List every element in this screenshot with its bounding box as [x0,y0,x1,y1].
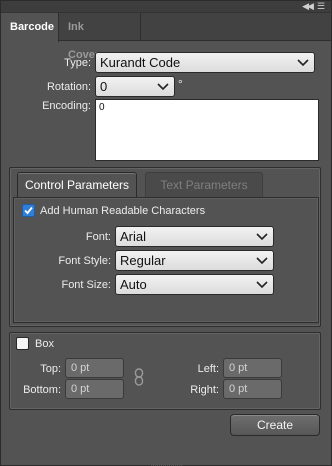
chevron-down-icon [254,276,270,293]
type-dropdown[interactable]: Kurandt Code [95,52,315,73]
font-size-label: Font Size: [61,279,111,291]
chevron-down-icon [155,78,171,95]
box-checkbox[interactable] [16,337,29,350]
create-button[interactable]: Create [230,414,320,436]
box-right-input[interactable]: 0 pt [223,379,282,399]
panel-title-strip: ◀◀ ☰ [1,1,331,13]
box-label: Box [35,338,54,350]
font-style-label: Font Style: [58,255,111,267]
box-bottom-label: Bottom: [23,384,61,396]
tab-control-parameters[interactable]: Control Parameters [17,172,137,198]
box-left-label: Left: [197,363,219,375]
collapse-arrows-icon[interactable]: ◀◀ [301,1,314,12]
font-dropdown[interactable]: Arial [115,226,274,247]
human-readable-label: Add Human Readable Characters [40,205,206,217]
chevron-down-icon [295,54,311,71]
encoding-label: Encoding: [42,100,91,112]
rotation-dropdown[interactable]: 0 [95,76,175,97]
font-size-value: Auto [120,277,147,292]
box-bottom-input[interactable]: 0 pt [65,379,124,399]
tab-barcode[interactable]: Barcode [1,13,59,42]
box-top-label: Top: [40,363,61,375]
font-value: Arial [120,229,147,244]
tab-ink-coverage[interactable]: Ink Coverage [59,13,141,61]
font-label: Font: [85,231,111,243]
font-style-value: Regular [120,253,166,268]
box-top-input[interactable]: 0 pt [65,358,124,378]
checkmark-icon [24,206,33,215]
font-size-dropdown[interactable]: Auto [115,274,274,295]
panel-menu-icon[interactable]: ☰ [315,1,327,12]
chevron-down-icon [254,228,270,245]
box-left-input[interactable]: 0 pt [223,358,282,378]
rotation-value: 0 [100,79,108,94]
chevron-down-icon [254,252,270,269]
encoding-input[interactable]: 0 [95,99,319,161]
barcode-panel: ◀◀ ☰ Barcode Ink Coverage Type: Kurandt … [0,0,332,466]
resize-grip-icon[interactable] [151,460,183,466]
type-label: Type: [64,57,91,69]
tab-text-parameters[interactable]: Text Parameters [145,172,263,198]
box-right-label: Right: [190,384,219,396]
chain-link-icon[interactable] [134,368,144,386]
font-style-dropdown[interactable]: Regular [115,250,274,271]
panel-tab-bar: Barcode Ink Coverage [1,13,331,61]
type-value: Kurandt Code [100,55,181,70]
rotation-unit: ° [178,77,183,91]
rotation-label: Rotation: [46,81,91,93]
human-readable-checkbox[interactable] [22,204,35,217]
